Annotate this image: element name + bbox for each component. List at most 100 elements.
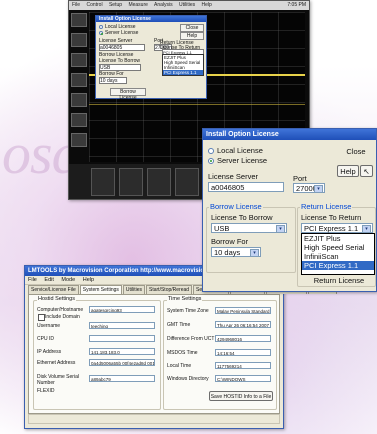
option-item[interactable]: EZJIT Plus: [302, 234, 374, 243]
option-item[interactable]: InfiniiScan: [302, 252, 374, 261]
return-to-select[interactable]: PCI Express 1.1 ▾: [301, 223, 373, 233]
channel-control[interactable]: [175, 168, 199, 196]
option-item-selected[interactable]: PCI Express 1.1: [302, 261, 374, 270]
mini-server-license-radio[interactable]: [99, 31, 103, 35]
return-license-button[interactable]: Return License: [309, 275, 369, 287]
scope-side-toolbar: [71, 13, 87, 153]
mini-help-button[interactable]: Help: [180, 32, 204, 40]
hostid-label-disk-serial: Disk Volume Serial Number: [37, 374, 79, 386]
scope-menu-item[interactable]: Help: [202, 2, 212, 8]
license-server-input[interactable]: a0046805: [208, 182, 284, 192]
scope-tool-icon[interactable]: [71, 73, 87, 87]
time-label-local: Local Time: [167, 363, 192, 369]
gmt-time-field[interactable]: Thu Apr 26 06:16:54 2007: [215, 321, 271, 328]
scope-tool-icon[interactable]: [71, 53, 87, 67]
scope-menu-item[interactable]: Setup: [109, 2, 122, 8]
mini-close-button[interactable]: Close: [180, 24, 204, 32]
port-input[interactable]: 27000 ▾: [293, 183, 325, 193]
tab-system-settings[interactable]: System Settings: [79, 285, 122, 294]
scope-menubar: File Control Setup Measure Analysis Util…: [69, 1, 309, 10]
scope-menu-item[interactable]: Control: [86, 2, 102, 8]
borrow-for-label: Borrow For: [211, 237, 249, 246]
msdos-time-field[interactable]: 14:16:54: [215, 349, 271, 356]
mini-borrow-select[interactable]: USB: [99, 64, 141, 71]
scope-tool-icon[interactable]: [71, 133, 87, 147]
tab-utilities[interactable]: Utilities: [122, 285, 146, 294]
scope-tool-icon[interactable]: [71, 113, 87, 127]
time-group-label: Time Settings: [167, 296, 203, 302]
local-license-label: Local License: [217, 146, 263, 155]
borrow-to-select[interactable]: USB ▾: [211, 223, 287, 233]
scope-tool-icon[interactable]: [71, 93, 87, 107]
help-button[interactable]: Help: [337, 165, 359, 177]
return-options-list: EZJIT Plus High Speed Serial InfiniiScan…: [301, 233, 375, 275]
ip-address-field[interactable]: 141.183.183.0: [89, 348, 155, 355]
chevron-down-icon[interactable]: ▾: [362, 225, 371, 233]
close-button[interactable]: Close: [341, 146, 371, 158]
spinner-icon[interactable]: ▾: [314, 185, 323, 193]
lmtools-menu-item[interactable]: Help: [83, 277, 94, 283]
local-license-radio[interactable]: [208, 148, 214, 154]
local-time-field[interactable]: 1177569214: [215, 362, 271, 369]
server-license-label: Server License: [217, 156, 268, 165]
option-item[interactable]: High Speed Serial: [302, 243, 374, 252]
username-field[interactable]: teeching: [89, 322, 155, 329]
status-bar: [28, 414, 280, 424]
install-license-dialog: Install Option License Local License Ser…: [202, 128, 377, 292]
borrow-to-value: USB: [214, 224, 230, 233]
timezone-field[interactable]: Malay Peninsula Standard Time: [215, 307, 271, 314]
mini-license-server-input[interactable]: a0046805: [99, 44, 145, 51]
borrow-for-select[interactable]: 10 days ▾: [211, 247, 261, 257]
mini-borrow-button[interactable]: Borrow License: [110, 88, 146, 101]
time-label-msdos: MSDOS Time: [167, 350, 198, 356]
scope-tool-icon[interactable]: [71, 13, 87, 27]
uct-difference-field[interactable]: 4294968016: [215, 335, 271, 342]
scope-menu-item[interactable]: Analysis: [154, 2, 173, 8]
cpu-id-field[interactable]: [89, 335, 155, 342]
hostid-group-label: Hostid Settings: [37, 296, 76, 302]
mini-option-item-selected[interactable]: PCI Express 1.1: [163, 70, 203, 75]
channel-control[interactable]: [91, 168, 115, 196]
borrow-for-value: 10 days: [214, 248, 241, 257]
mini-local-license-radio[interactable]: [99, 25, 103, 29]
scope-clock: 7:05 PM: [287, 2, 306, 8]
dialog-titlebar: Install Option License: [203, 129, 376, 140]
scope-tool-icon[interactable]: [71, 33, 87, 47]
time-label-gmt: GMT Time: [167, 322, 191, 328]
channel-control[interactable]: [119, 168, 143, 196]
time-label-timezone: System Time Zone: [167, 308, 209, 314]
hostid-label-hostname: Computer/Hostname: [37, 307, 84, 313]
scope-menu-item[interactable]: File: [72, 2, 80, 8]
chevron-down-icon[interactable]: ▾: [250, 249, 259, 257]
lmtools-menu-item[interactable]: File: [28, 277, 37, 283]
mini-borrow-for-select[interactable]: 10 days: [99, 77, 127, 84]
channel-control[interactable]: [147, 168, 171, 196]
windows-directory-field[interactable]: C:\WINDOWS: [215, 375, 271, 382]
lmtools-menu-item[interactable]: Mode: [61, 277, 75, 283]
chevron-down-icon[interactable]: ▾: [276, 225, 285, 233]
borrow-to-label: License To Borrow: [211, 213, 273, 222]
tab-start-stop-reread[interactable]: Start/Stop/Reread: [146, 285, 193, 294]
scope-menu-item[interactable]: Utilities: [179, 2, 195, 8]
server-license-radio[interactable]: [208, 158, 214, 164]
lmtools-menu-item[interactable]: Edit: [44, 277, 53, 283]
scope-menu-item[interactable]: Measure: [128, 2, 147, 8]
hostid-label-username: Username: [37, 323, 61, 329]
hostid-label-ethernet-address: Ethernet Address: [37, 360, 76, 366]
hostname-field[interactable]: agatesgrcing93: [89, 306, 155, 313]
return-group-label: Return License: [300, 202, 353, 211]
mini-server-license-label: Server License: [105, 30, 139, 36]
include-domain-checkbox[interactable]: [38, 314, 45, 321]
hostid-label-cpu-id: CPU ID: [37, 336, 54, 342]
include-domain-label: Include Domain: [45, 314, 80, 320]
return-to-value: PCI Express 1.1: [304, 224, 359, 233]
save-hostid-button[interactable]: Save HOSTID Info to a File: [209, 391, 273, 401]
disk-serial-field[interactable]: a89abc79: [89, 375, 155, 382]
ethernet-address-field[interactable]: 0a4d5006a55b 00f4e2ad8d 001f88d9: [89, 359, 155, 366]
tab-service-license-file[interactable]: Service/License File: [28, 285, 79, 294]
hostid-label-flexid: FLEXID: [37, 388, 55, 394]
help-pointer-button[interactable]: ↖: [360, 165, 373, 177]
mini-license-dialog: Install Option License Local License Ser…: [95, 15, 207, 101]
borrow-group-label: Borrow License: [209, 202, 263, 211]
waveform-trace-secondary: [89, 104, 305, 105]
